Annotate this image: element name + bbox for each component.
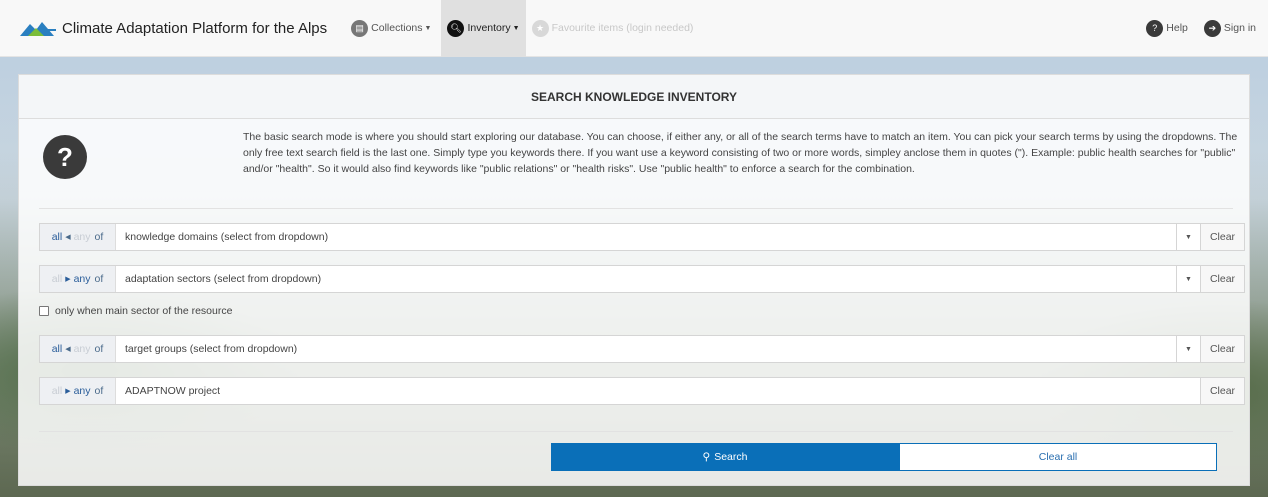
toggle-all[interactable]: all (52, 385, 63, 397)
toggle-of: of (94, 231, 104, 243)
filter-target-groups: all ◀ any of target groups (select from … (39, 335, 1245, 363)
search-button-label: Search (714, 451, 748, 463)
search-panel: SEARCH KNOWLEDGE INVENTORY ? The basic s… (18, 74, 1250, 486)
alps-logo-icon (18, 16, 58, 40)
chevron-down-icon[interactable]: ▼ (1176, 266, 1200, 292)
toggle-arrow-icon: ▶ (65, 276, 71, 283)
chevron-down-icon[interactable]: ▼ (1176, 224, 1200, 250)
clear-all-button[interactable]: Clear all (899, 443, 1217, 471)
main-sector-label: only when main sector of the resource (55, 305, 233, 317)
divider (39, 431, 1233, 432)
brand[interactable]: Climate Adaptation Platform for the Alps (18, 16, 327, 40)
toggle-any[interactable]: any (74, 343, 91, 355)
toggle-of: of (94, 385, 104, 397)
all-any-toggle[interactable]: all ◀ any of (40, 224, 116, 250)
nav-favourites[interactable]: ★ Favourite items (login needed) (526, 0, 700, 57)
nav-collections-label: Collections (371, 22, 423, 34)
knowledge-domains-select[interactable]: knowledge domains (select from dropdown) (116, 224, 1176, 250)
nav-sign-in[interactable]: ➔ Sign in (1200, 0, 1260, 57)
search-icon: ⚲ (702, 451, 711, 463)
nav-inventory[interactable]: 🔍︎ Inventory ▼ (441, 0, 526, 57)
clear-button[interactable]: Clear (1200, 266, 1244, 292)
brand-title: Climate Adaptation Platform for the Alps (62, 19, 328, 37)
search-button[interactable]: ⚲ Search (551, 443, 899, 471)
toggle-any[interactable]: any (74, 273, 91, 285)
main-sector-checkbox[interactable] (39, 306, 49, 316)
clear-button[interactable]: Clear (1200, 378, 1244, 404)
toggle-any[interactable]: any (74, 231, 91, 243)
clear-button[interactable]: Clear (1200, 336, 1244, 362)
action-buttons: ⚲ Search Clear all (551, 443, 1217, 471)
question-icon: ? (43, 135, 87, 179)
toggle-arrow-icon: ◀ (65, 234, 71, 241)
toggle-of: of (94, 273, 104, 285)
filter-keywords: all ▶ any of ADAPTNOW project Clear (39, 377, 1245, 405)
all-any-toggle[interactable]: all ◀ any of (40, 336, 116, 362)
all-any-toggle[interactable]: all ▶ any of (40, 266, 116, 292)
collections-icon: ▤ (351, 19, 369, 37)
toggle-of: of (94, 343, 104, 355)
star-icon: ★ (531, 19, 549, 37)
toggle-any[interactable]: any (74, 385, 91, 397)
keyword-input[interactable]: ADAPTNOW project (116, 378, 1200, 404)
filter-adaptation-sectors: all ▶ any of adaptation sectors (select … (39, 265, 1245, 293)
toggle-arrow-icon: ▶ (65, 388, 71, 395)
filter-knowledge-domains: all ◀ any of knowledge domains (select f… (39, 223, 1245, 251)
navbar: Climate Adaptation Platform for the Alps… (0, 0, 1268, 57)
chevron-down-icon: ▼ (512, 24, 520, 32)
search-icon: 🔍︎ (447, 19, 465, 37)
intro-text: The basic search mode is where you shoul… (243, 131, 1238, 175)
chevron-down-icon: ▼ (424, 24, 432, 32)
nav-collections[interactable]: ▤ Collections ▼ (345, 0, 437, 57)
sign-in-icon: ➔ (1203, 19, 1221, 37)
nav-sign-in-label: Sign in (1223, 22, 1256, 34)
divider (39, 208, 1233, 209)
nav-inventory-label: Inventory (467, 22, 511, 34)
toggle-all[interactable]: all (52, 343, 63, 355)
chevron-down-icon[interactable]: ▼ (1176, 336, 1200, 362)
nav-help-label: Help (1166, 22, 1188, 34)
toggle-all[interactable]: all (52, 273, 63, 285)
toggle-all[interactable]: all (52, 231, 63, 243)
nav-favourites-label: Favourite items (login needed) (551, 22, 694, 34)
adaptation-sectors-select[interactable]: adaptation sectors (select from dropdown… (116, 266, 1176, 292)
all-any-toggle[interactable]: all ▶ any of (40, 378, 116, 404)
nav-help[interactable]: ? Help (1142, 0, 1192, 57)
help-icon: ? (1146, 19, 1164, 37)
panel-title: SEARCH KNOWLEDGE INVENTORY (19, 75, 1249, 119)
clear-button[interactable]: Clear (1200, 224, 1244, 250)
target-groups-select[interactable]: target groups (select from dropdown) (116, 336, 1176, 362)
main-sector-checkbox-row[interactable]: only when main sector of the resource (39, 305, 232, 317)
toggle-arrow-icon: ◀ (65, 346, 71, 353)
